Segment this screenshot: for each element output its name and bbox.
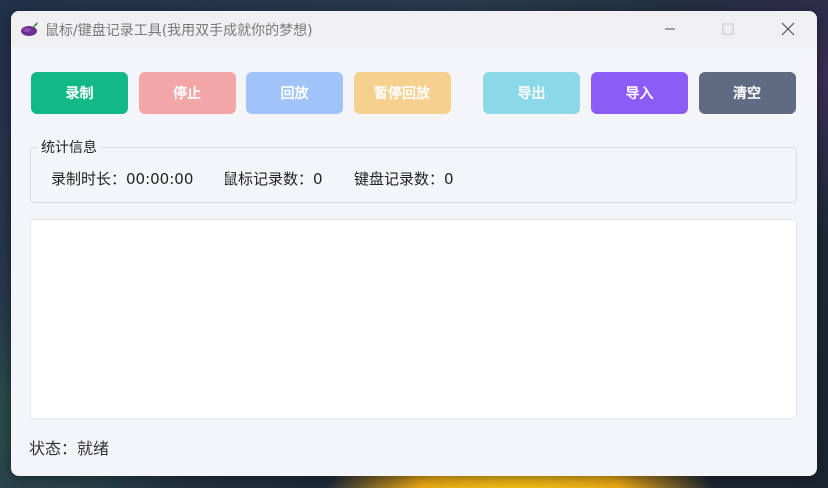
- eggplant-icon: [21, 22, 38, 36]
- stats-legend: 统计信息: [38, 137, 100, 157]
- log-area[interactable]: [30, 219, 797, 419]
- close-button[interactable]: [759, 11, 817, 47]
- mouse-record-count: 鼠标记录数：0: [223, 170, 323, 188]
- stats-group: 统计信息 录制时长：00:00:00 鼠标记录数：0 键盘记录数：0: [30, 137, 797, 203]
- maximize-icon: [722, 23, 734, 35]
- toolbar: 录制 停止 回放 暂停回放 导出 导入 清空: [31, 72, 797, 114]
- app-window: 鼠标/键盘记录工具(我用双手成就你的梦想) 录制 停止 回放 暂停回放 导出 导…: [11, 11, 817, 476]
- clear-button[interactable]: 清空: [698, 72, 796, 114]
- playback-button[interactable]: 回放: [246, 72, 343, 114]
- record-button[interactable]: 录制: [31, 72, 128, 114]
- title-bar[interactable]: 鼠标/键盘记录工具(我用双手成就你的梦想): [11, 11, 817, 47]
- status-label: 状态：就绪: [29, 439, 110, 458]
- import-button[interactable]: 导入: [591, 72, 688, 114]
- close-icon: [781, 22, 795, 36]
- export-button[interactable]: 导出: [483, 72, 580, 114]
- pause-playback-button[interactable]: 暂停回放: [353, 72, 451, 114]
- stop-button[interactable]: 停止: [138, 72, 236, 114]
- minimize-icon: [665, 28, 675, 30]
- recording-duration: 录制时长：00:00:00: [51, 170, 194, 188]
- window-title: 鼠标/键盘记录工具(我用双手成就你的梦想): [45, 23, 313, 39]
- maximize-button[interactable]: [699, 11, 757, 47]
- keyboard-record-count: 键盘记录数：0: [354, 170, 454, 188]
- minimize-button[interactable]: [641, 11, 699, 47]
